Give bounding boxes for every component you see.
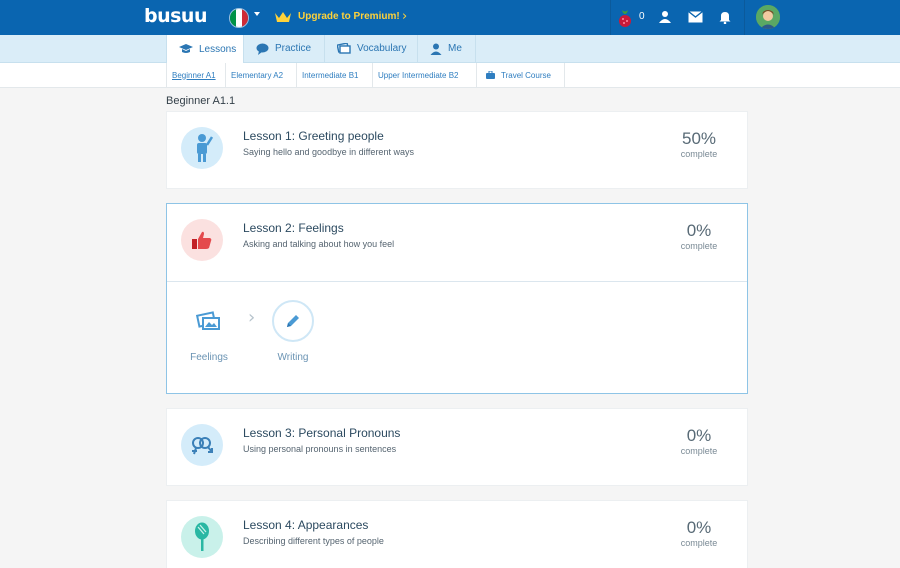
level-upper-intermediate-b2[interactable]: Upper Intermediate B2	[373, 63, 477, 87]
level-label: Elementary A2	[231, 70, 284, 80]
lesson-percent: 0%	[686, 221, 712, 240]
section-title: Beginner A1.1	[166, 95, 236, 107]
level-label: Upper Intermediate B2	[378, 70, 459, 80]
friends-icon[interactable]	[658, 10, 672, 24]
lesson-subtitle: Using personal pronouns in sentences	[243, 444, 397, 454]
lesson-card[interactable]: Lesson 3: Personal Pronouns Using person…	[166, 408, 748, 486]
lesson-percent-label: complete	[680, 149, 718, 159]
chevron-right-icon[interactable]: ›	[402, 9, 407, 24]
berry-count: 0	[639, 11, 645, 22]
level-label: Intermediate B1	[302, 70, 359, 80]
lesson-subtitle: Asking and talking about how you feel	[243, 239, 395, 249]
lesson-percent: 50%	[681, 129, 717, 148]
lesson-percent: 0%	[686, 426, 712, 445]
busuu-logo[interactable]: busuu	[144, 5, 208, 27]
graduation-cap-icon	[179, 44, 193, 53]
divider	[744, 0, 745, 35]
berry-icon[interactable]	[616, 8, 634, 28]
lesson-subtitle: Describing different types of people	[243, 536, 384, 546]
level-beginner-a1[interactable]: Beginner A1	[166, 63, 226, 87]
bell-icon[interactable]	[718, 10, 732, 24]
thumbs-up-icon	[181, 219, 223, 261]
tab-label: Lessons	[199, 43, 237, 55]
lesson-card[interactable]: Lesson 4: Appearances Describing differe…	[166, 500, 748, 568]
flashcard-icon	[337, 43, 351, 54]
tab-me[interactable]: Me	[418, 35, 476, 62]
lesson-card[interactable]: Lesson 1: Greeting people Saying hello a…	[166, 111, 748, 189]
divider	[167, 281, 747, 282]
user-icon	[430, 43, 442, 55]
tab-vocabulary[interactable]: Vocabulary	[325, 35, 418, 62]
italy-flag-icon[interactable]	[229, 8, 249, 28]
divider	[610, 0, 611, 35]
lesson-title: Lesson 1: Greeting people	[243, 129, 384, 143]
chevron-down-icon[interactable]	[254, 12, 260, 16]
avatar[interactable]	[756, 5, 780, 29]
tab-lessons[interactable]: Lessons	[166, 35, 244, 63]
tab-label: Me	[448, 43, 462, 54]
lesson-percent-label: complete	[680, 446, 718, 456]
lesson-title: Lesson 3: Personal Pronouns	[243, 426, 401, 440]
activity-label: Feelings	[190, 352, 228, 363]
lesson-percent-label: complete	[680, 538, 718, 548]
tab-label: Vocabulary	[357, 43, 407, 54]
gender-symbols-icon	[181, 424, 223, 466]
chat-bubble-icon	[256, 43, 269, 55]
crown-icon[interactable]	[274, 10, 292, 24]
level-elementary-a2[interactable]: Elementary A2	[226, 63, 297, 87]
mirror-icon	[181, 516, 223, 558]
lesson-title: Lesson 2: Feelings	[243, 221, 344, 235]
activity-label: Writing	[277, 352, 309, 363]
lesson-card-expanded[interactable]: Lesson 2: Feelings Asking and talking ab…	[166, 203, 748, 394]
activity-feelings[interactable]: Feelings	[179, 300, 239, 363]
lesson-title: Lesson 4: Appearances	[243, 518, 369, 532]
level-label: Beginner A1	[172, 70, 216, 80]
lesson-subtitle: Saying hello and goodbye in different wa…	[243, 147, 414, 157]
level-label: Travel Course	[501, 70, 551, 80]
tab-practice[interactable]: Practice	[244, 35, 325, 62]
lesson-percent: 0%	[686, 518, 712, 537]
top-bar: busuu Upgrade to Premium! › 0	[0, 0, 900, 35]
level-travel-course[interactable]: Travel Course	[477, 63, 565, 87]
flashcards-icon	[188, 300, 230, 342]
upgrade-premium-link[interactable]: Upgrade to Premium!	[298, 11, 400, 22]
tab-label: Practice	[275, 43, 312, 54]
lesson-percent-label: complete	[680, 241, 718, 251]
suitcase-icon	[486, 71, 495, 79]
activity-writing[interactable]: Writing	[263, 300, 323, 363]
level-intermediate-b1[interactable]: Intermediate B1	[297, 63, 373, 87]
person-waving-icon	[181, 127, 223, 169]
pencil-icon	[272, 300, 314, 342]
user-avatar-icon	[756, 5, 780, 29]
level-tabs: Beginner A1 Elementary A2 Intermediate B…	[0, 63, 900, 88]
chevron-right-icon: ›	[248, 307, 256, 328]
mail-icon[interactable]	[688, 11, 703, 23]
main-tabs: Lessons Practice Vocabulary Me	[0, 35, 900, 63]
